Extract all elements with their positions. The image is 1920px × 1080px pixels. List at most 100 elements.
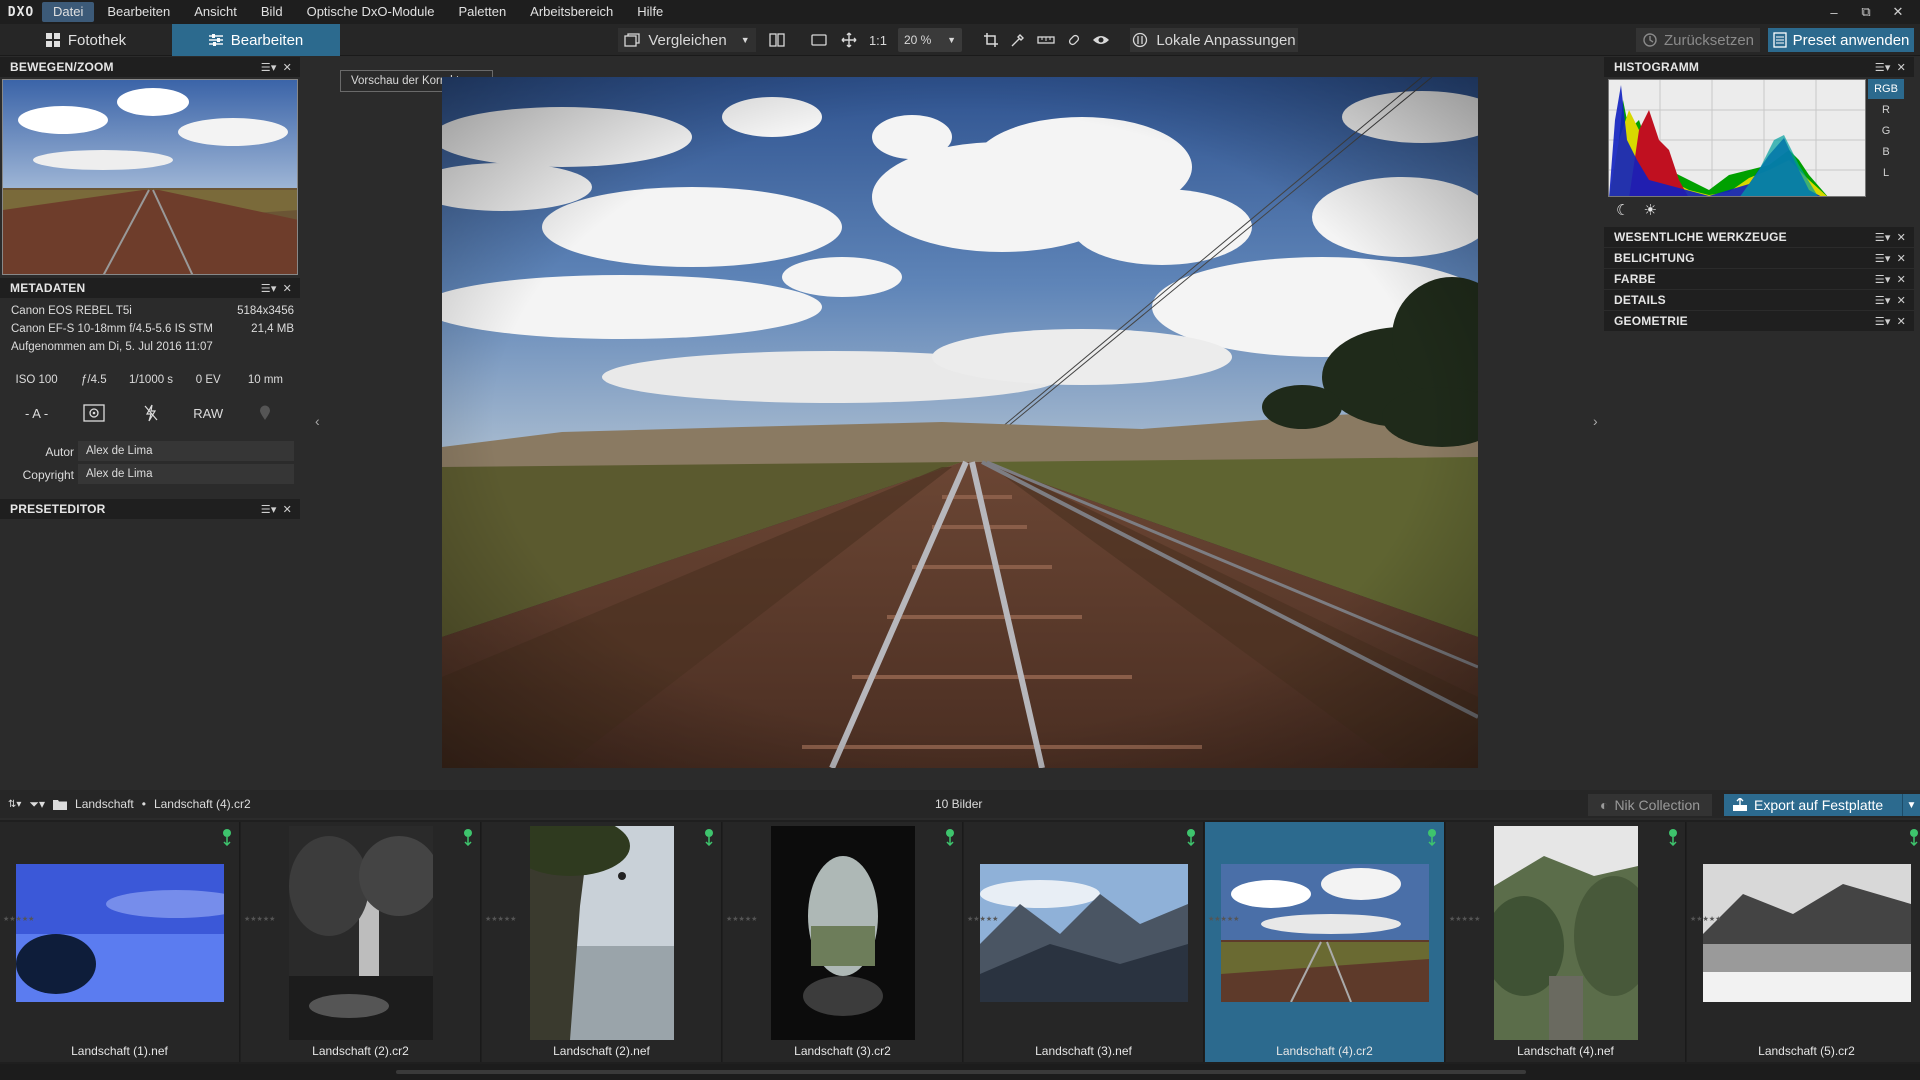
breadcrumb-folder[interactable]: Landschaft xyxy=(75,797,134,811)
chevron-down-icon[interactable]: ▼ xyxy=(1902,794,1920,816)
menu-optics-modules[interactable]: Optische DxO-Module xyxy=(296,2,446,22)
panel-menu-icon[interactable]: ☰▾ xyxy=(1875,61,1891,74)
apply-preset-button[interactable]: Preset anwenden xyxy=(1768,28,1914,52)
filter-icon[interactable]: ⏷▾ xyxy=(29,797,45,812)
crop-button[interactable] xyxy=(980,28,1002,52)
close-icon[interactable]: ✕ xyxy=(1897,273,1906,286)
menu-view[interactable]: Ansicht xyxy=(183,2,248,22)
export-button[interactable]: Export auf Festplatte ▼ xyxy=(1724,794,1920,816)
filmstrip-thumbnail[interactable]: ★★★★★ Landschaft (4).cr2 xyxy=(1205,822,1445,1062)
panel-menu-icon[interactable]: ☰▾ xyxy=(261,61,277,74)
tab-library[interactable]: Fotothek xyxy=(0,24,172,56)
collapse-left-icon[interactable]: ‹ xyxy=(315,413,320,429)
rating-stars[interactable]: ★★★★★ xyxy=(3,914,34,926)
left-panel: BEWEGEN/ZOOM ☰▾ ✕ METADATEN ☰▾ ✕ Canon EOS… xyxy=(0,57,300,785)
navigator-preview[interactable] xyxy=(2,79,298,275)
repair-button[interactable] xyxy=(1063,28,1085,52)
rating-stars[interactable]: ★★★★★ xyxy=(1208,914,1239,926)
close-icon[interactable]: ✕ xyxy=(283,503,292,516)
rating-stars[interactable]: ★★★★★ xyxy=(244,914,275,926)
panel-menu-icon[interactable]: ☰▾ xyxy=(1875,294,1891,307)
panel-menu-icon[interactable]: ☰▾ xyxy=(1875,273,1891,286)
metadata-header[interactable]: METADATEN ☰▾ ✕ xyxy=(0,278,300,298)
eyedropper-button[interactable] xyxy=(1007,28,1029,52)
reset-button[interactable]: Zurücksetzen xyxy=(1636,28,1760,52)
tab-edit[interactable]: Bearbeiten xyxy=(172,24,340,56)
filmstrip-thumbnail[interactable]: ★★★★★ Landschaft (5).cr2 xyxy=(1687,822,1920,1062)
author-field[interactable]: Alex de Lima xyxy=(78,441,294,461)
close-icon[interactable]: ✕ xyxy=(283,61,292,74)
channel-b[interactable]: B xyxy=(1868,142,1904,162)
section-details[interactable]: DETAILS ☰▾ ✕ xyxy=(1604,290,1914,310)
section-geometry[interactable]: GEOMETRIE ☰▾ ✕ xyxy=(1604,311,1914,331)
rating-stars[interactable]: ★★★★★ xyxy=(726,914,757,926)
split-view-button[interactable] xyxy=(766,28,788,52)
compare-label: Vergleichen xyxy=(648,31,727,49)
channel-g[interactable]: G xyxy=(1868,121,1904,141)
filmstrip-thumbnail[interactable]: ★★★★★ Landschaft (2).cr2 xyxy=(241,822,481,1062)
zoom-select[interactable]: 20 % ▼ xyxy=(898,28,962,52)
menu-edit[interactable]: Bearbeiten xyxy=(96,2,181,22)
filmstrip-thumbnail[interactable]: ★★★★★ Landschaft (1).nef xyxy=(0,822,240,1062)
collapse-right-icon[interactable]: › xyxy=(1593,413,1598,429)
restore-button[interactable]: ⧉ xyxy=(1850,4,1882,20)
filmstrip-thumbnail[interactable]: ★★★★★ Landschaft (3).cr2 xyxy=(723,822,963,1062)
section-color[interactable]: FARBE ☰▾ ✕ xyxy=(1604,269,1914,289)
sun-icon[interactable]: ☀ xyxy=(1643,201,1656,219)
channel-rgb[interactable]: RGB xyxy=(1868,79,1904,99)
tab-library-label: Fotothek xyxy=(67,31,127,49)
menu-help[interactable]: Hilfe xyxy=(626,2,674,22)
image-resolution: 5184x3456 xyxy=(237,305,294,317)
filmstrip-thumbnail[interactable]: ★★★★★ Landschaft (4).nef xyxy=(1446,822,1686,1062)
close-icon[interactable]: ✕ xyxy=(1897,315,1906,328)
section-essential-tools[interactable]: WESENTLICHE WERKZEUGE ☰▾ ✕ xyxy=(1604,227,1914,247)
menu-file[interactable]: Datei xyxy=(42,2,95,22)
filmstrip-scrollbar[interactable] xyxy=(0,1064,1920,1080)
histogram-header[interactable]: HISTOGRAMM ☰▾ ✕ xyxy=(1604,57,1914,77)
section-exposure[interactable]: BELICHTUNG ☰▾ ✕ xyxy=(1604,248,1914,268)
local-adjustments-label: Lokale Anpassungen xyxy=(1156,31,1296,49)
panel-menu-icon[interactable]: ☰▾ xyxy=(261,503,277,516)
scrollbar-thumb[interactable] xyxy=(396,1070,1526,1074)
panel-menu-icon[interactable]: ☰▾ xyxy=(1875,231,1891,244)
rating-stars[interactable]: ★★★★★ xyxy=(967,914,998,926)
panel-menu-icon[interactable]: ☰▾ xyxy=(261,282,277,295)
camera-model: Canon EOS REBEL T5i xyxy=(11,305,132,317)
horizon-button[interactable] xyxy=(1035,28,1057,52)
menu-workspace[interactable]: Arbeitsbereich xyxy=(519,2,624,22)
main-photo[interactable] xyxy=(442,77,1478,768)
local-adjustments-button[interactable]: Lokale Anpassungen xyxy=(1130,28,1298,52)
panel-menu-icon[interactable]: ☰▾ xyxy=(1875,252,1891,265)
red-eye-button[interactable] xyxy=(1090,28,1112,52)
filmstrip-thumbnail[interactable]: ★★★★★ Landschaft (3).nef xyxy=(964,822,1204,1062)
channel-r[interactable]: R xyxy=(1868,100,1904,120)
rating-stars[interactable]: ★★★★★ xyxy=(1690,914,1721,926)
moon-icon[interactable]: ☾ xyxy=(1616,201,1629,219)
close-icon[interactable]: ✕ xyxy=(283,282,292,295)
compare-button[interactable]: Vergleichen ▼ xyxy=(618,28,756,52)
menu-palettes[interactable]: Paletten xyxy=(447,2,517,22)
processed-flag-icon xyxy=(1908,828,1920,847)
navigator-header[interactable]: BEWEGEN/ZOOM ☰▾ ✕ xyxy=(0,57,300,77)
sort-icon[interactable]: ⇅▾ xyxy=(8,799,21,810)
close-icon[interactable]: ✕ xyxy=(1897,231,1906,244)
section-title: FARBE xyxy=(1614,272,1656,286)
chevron-down-icon[interactable]: ▼ xyxy=(741,35,750,45)
channel-l[interactable]: L xyxy=(1868,163,1904,183)
close-icon[interactable]: ✕ xyxy=(1897,252,1906,265)
menu-image[interactable]: Bild xyxy=(250,2,294,22)
fit-screen-button[interactable] xyxy=(808,28,830,52)
rating-stars[interactable]: ★★★★★ xyxy=(485,914,516,926)
rating-stars[interactable]: ★★★★★ xyxy=(1449,914,1480,926)
panel-menu-icon[interactable]: ☰▾ xyxy=(1875,315,1891,328)
close-icon[interactable]: ✕ xyxy=(1897,61,1906,74)
nik-collection-button[interactable]: ◐ Nik Collection xyxy=(1588,794,1712,816)
filmstrip-thumbnail[interactable]: ★★★★★ Landschaft (2).nef xyxy=(482,822,722,1062)
close-window-button[interactable]: ✕ xyxy=(1882,4,1914,20)
move-button[interactable] xyxy=(838,28,860,52)
minimize-button[interactable]: – xyxy=(1818,5,1850,20)
copyright-field[interactable]: Alex de Lima xyxy=(78,464,294,484)
preset-editor-header[interactable]: PRESETEDITOR ☰▾ ✕ xyxy=(0,499,300,519)
one-to-one-button[interactable]: 1:1 xyxy=(866,28,890,52)
close-icon[interactable]: ✕ xyxy=(1897,294,1906,307)
